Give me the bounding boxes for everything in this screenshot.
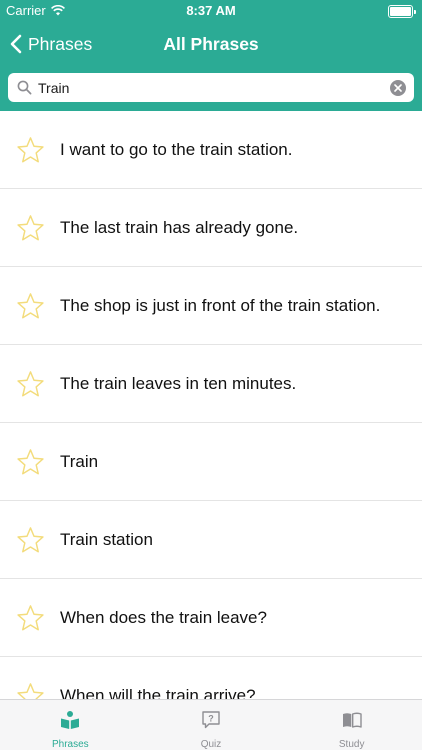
- tab-quiz[interactable]: ? Quiz: [141, 700, 282, 750]
- star-icon[interactable]: [16, 604, 45, 632]
- phrase-text: The train leaves in ten minutes.: [60, 373, 297, 393]
- star-icon[interactable]: [16, 448, 45, 476]
- page-title: All Phrases: [163, 34, 259, 54]
- list-item[interactable]: The shop is just in front of the train s…: [0, 267, 422, 345]
- search-input[interactable]: [38, 77, 390, 98]
- list-item[interactable]: When will the train arrive?: [0, 657, 422, 699]
- star-icon[interactable]: [16, 214, 45, 242]
- clear-search-button[interactable]: [390, 79, 406, 96]
- phrase-list: I want to go to the train station. The l…: [0, 111, 422, 699]
- star-icon[interactable]: [16, 526, 45, 554]
- header: Carrier 8:37 AM Phrases All Phrases: [0, 0, 422, 111]
- open-book-icon: [342, 712, 362, 728]
- phrase-text: The shop is just in front of the train s…: [60, 295, 381, 315]
- phrase-text: I want to go to the train station.: [60, 139, 293, 159]
- star-icon[interactable]: [16, 292, 45, 320]
- battery-tip: [414, 9, 416, 14]
- phrase-text: When does the train leave?: [60, 607, 267, 627]
- nav-bar: Phrases All Phrases: [0, 22, 422, 66]
- phrase-text: Train: [60, 451, 99, 471]
- quiz-icon: ?: [202, 711, 220, 729]
- tab-label: Quiz: [200, 739, 222, 750]
- tab-label: Study: [338, 739, 365, 750]
- close-icon: [394, 83, 402, 92]
- star-icon[interactable]: [16, 682, 45, 700]
- star-icon[interactable]: [16, 370, 45, 398]
- tab-study[interactable]: Study: [281, 700, 422, 750]
- book-person-icon: [61, 711, 80, 729]
- status-bar: Carrier 8:37 AM: [0, 0, 422, 22]
- battery-fill: [390, 7, 411, 16]
- search-bar[interactable]: [8, 73, 414, 102]
- battery-body: [388, 5, 413, 18]
- list-item[interactable]: The train leaves in ten minutes.: [0, 345, 422, 423]
- phrase-text: The last train has already gone.: [60, 217, 299, 237]
- tab-label: Phrases: [51, 739, 89, 750]
- tab-bar: Phrases ? Quiz Study: [0, 699, 422, 750]
- list-item[interactable]: Train station: [0, 501, 422, 579]
- star-icon[interactable]: [16, 136, 45, 164]
- svg-text:?: ?: [208, 714, 214, 724]
- list-item[interactable]: Train: [0, 423, 422, 501]
- search-icon: [17, 80, 32, 95]
- battery-icon: [388, 5, 416, 18]
- phrase-text: Train station: [60, 529, 153, 549]
- phrase-text: When will the train arrive?: [60, 685, 256, 700]
- list-item[interactable]: When does the train leave?: [0, 579, 422, 657]
- status-time: 8:37 AM: [186, 3, 236, 18]
- list-item[interactable]: The last train has already gone.: [0, 189, 422, 267]
- tab-phrases[interactable]: Phrases: [0, 700, 141, 750]
- list-item[interactable]: I want to go to the train station.: [0, 111, 422, 189]
